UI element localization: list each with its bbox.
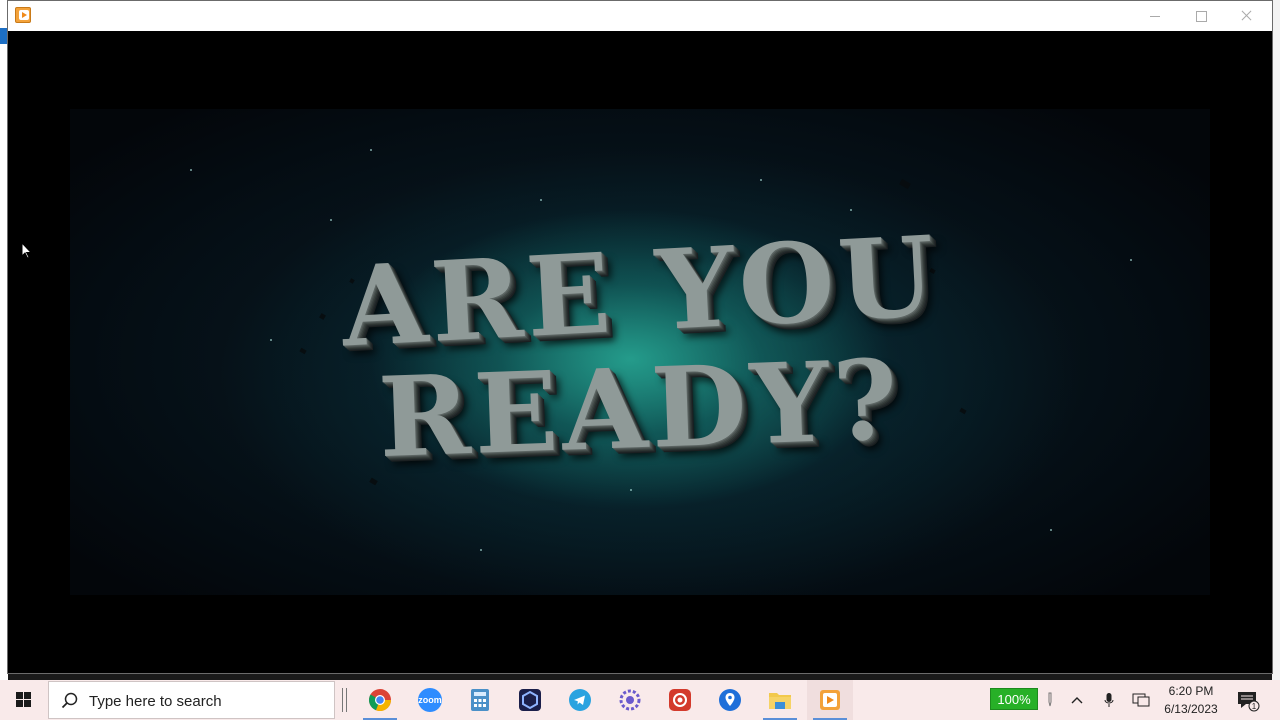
media-player-icon: [15, 7, 31, 23]
minimize-button[interactable]: [1132, 1, 1178, 31]
start-button[interactable]: [0, 680, 48, 720]
taskbar-zoom[interactable]: zoom: [407, 680, 453, 720]
taskbar-file-explorer[interactable]: [757, 680, 803, 720]
microphone-icon[interactable]: [1096, 680, 1122, 720]
notification-count: 1: [1252, 702, 1257, 711]
folder-icon: [769, 693, 791, 709]
media-player-icon: [820, 690, 840, 710]
telegram-icon: [569, 689, 591, 711]
taskbar-maps[interactable]: [707, 680, 753, 720]
taskbar-telegram[interactable]: [557, 680, 603, 720]
calculator-icon: [471, 689, 489, 711]
battery-indicator[interactable]: 100%: [990, 688, 1038, 710]
clock-time: 6:20 PM: [1168, 684, 1214, 698]
record-app-icon: [669, 689, 691, 711]
media-player-window: ARE YOU READY?: [7, 0, 1273, 674]
maximize-icon: [1196, 11, 1207, 22]
close-button[interactable]: [1224, 1, 1270, 31]
gear-app-icon: [619, 689, 641, 711]
search-icon: [61, 692, 78, 709]
search-input[interactable]: [87, 690, 321, 712]
taskbar-chrome[interactable]: [357, 680, 403, 720]
notification-center-button[interactable]: 1: [1236, 690, 1260, 717]
video-area[interactable]: ARE YOU READY?: [8, 31, 1272, 673]
taskbar-hex-app[interactable]: [507, 680, 553, 720]
taskbar-search[interactable]: [48, 681, 335, 719]
taskbar-record-app[interactable]: [657, 680, 703, 720]
pen-icon[interactable]: [1042, 680, 1058, 720]
clock-date: 6/13/2023: [1164, 702, 1218, 716]
maximize-button[interactable]: [1178, 1, 1224, 31]
show-hidden-icons-button[interactable]: [1064, 680, 1090, 720]
taskbar-calculator[interactable]: [457, 680, 503, 720]
desktop-edge-right: [1272, 0, 1280, 680]
zoom-icon: zoom: [418, 688, 442, 712]
video-frame[interactable]: ARE YOU READY?: [70, 109, 1210, 595]
taskbar-separator: [342, 688, 347, 712]
chevron-up-icon: [1071, 697, 1083, 704]
network-icon[interactable]: [1128, 680, 1154, 720]
map-pin-icon: [719, 689, 741, 711]
taskbar-clock[interactable]: 6:20 PM 6/13/2023: [1158, 682, 1224, 718]
minimize-icon: [1150, 16, 1160, 17]
taskbar-gear-app[interactable]: [607, 680, 653, 720]
taskbar: zoom: [0, 680, 1280, 720]
chrome-icon: [368, 689, 392, 712]
notification-icon: 1: [1238, 692, 1260, 712]
title-bar[interactable]: [8, 1, 1272, 31]
taskbar-media-player[interactable]: [807, 680, 853, 720]
hexagon-app-icon: [519, 689, 541, 711]
